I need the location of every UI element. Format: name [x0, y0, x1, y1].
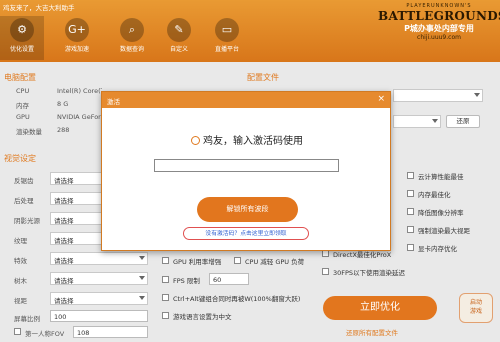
effects-select[interactable]: 请选择: [50, 252, 148, 265]
dialog-title-text: 鸡友，输入激活码使用: [203, 136, 303, 147]
right-option-label: 云计算性能最佳: [418, 173, 464, 181]
launch-line1: 启动: [469, 299, 482, 306]
post-select[interactable]: 请选择: [50, 192, 106, 205]
banner-line3: P城办事处内部专用: [404, 24, 474, 33]
dialog-header: 激活 ×: [102, 92, 390, 108]
cpu-label: CPU: [16, 87, 30, 95]
fov-label: 第一人称FOV: [25, 330, 65, 338]
fov-checkbox[interactable]: [14, 328, 21, 335]
aa-label: 反锯齿: [14, 177, 34, 185]
tool-label: 自定义: [169, 46, 188, 53]
tool-label: 直播平台: [214, 46, 239, 53]
tool-custom[interactable]: ✎ 自定义: [157, 16, 201, 60]
optimize-now-button[interactable]: 立即优化: [323, 296, 437, 320]
tool-optimize[interactable]: ⚙ 优化设置: [0, 16, 44, 60]
window-title: 鸡友来了，大吉大利助手: [3, 4, 75, 12]
config-file-select-2[interactable]: [393, 115, 441, 128]
chevron-down-icon: [432, 119, 438, 123]
chinese-ui-checkbox[interactable]: [162, 312, 169, 319]
banner-line4: chiji.uuu9.com: [417, 34, 461, 41]
search-icon: ⌕: [120, 18, 144, 42]
right-option-checkbox[interactable]: [407, 226, 414, 233]
right-option-label: 显卡内存优化: [418, 245, 457, 253]
render-count-label: 渲染数量: [16, 128, 42, 136]
tool-label: 优化设置: [9, 46, 34, 53]
config-file-select[interactable]: [393, 89, 483, 102]
directx-checkbox[interactable]: [322, 250, 329, 257]
dialog-title: 鸡友，输入激活码使用: [102, 132, 392, 147]
render-count-value: 288: [57, 126, 70, 134]
config-file-title: 配置文件: [247, 73, 279, 82]
visual-settings-title: 视觉设定: [4, 154, 36, 163]
chinese-ui-label: 游戏语言设置为中文: [173, 313, 232, 321]
shadow-label: 阴影光源: [14, 217, 40, 225]
right-option-checkbox[interactable]: [407, 190, 414, 197]
app-header: 鸡友来了，大吉大利助手 ⚙ 优化设置 G+ 游戏加速 ⌕ 数据查询 ✎ 自定义 …: [0, 0, 500, 62]
activation-code-input[interactable]: [154, 159, 339, 172]
tool-live[interactable]: ▭ 直播平台: [205, 16, 249, 60]
ctrl-alt-checkbox[interactable]: [162, 294, 169, 301]
trees-select[interactable]: 请选择: [50, 272, 148, 285]
pubg-banner: PLAYERUNKNOWN'S BATTLEGROUNDS P城办事处内部专用 …: [378, 3, 500, 59]
dialog-header-title: 激活: [107, 98, 120, 106]
fps-limit-label: FPS 限制: [173, 277, 200, 285]
chevron-down-icon: [139, 296, 145, 300]
fps-limit-input[interactable]: 60: [209, 273, 249, 285]
gpu-label: GPU: [16, 113, 30, 121]
chicken-icon: [191, 136, 200, 145]
screen-ratio-input[interactable]: 100: [50, 310, 148, 322]
tool-accelerate[interactable]: G+ 游戏加速: [55, 16, 99, 60]
screen-ratio-label: 屏幕比例: [14, 315, 40, 323]
get-activation-code-link[interactable]: 没有激活码？点击这里立即领取: [183, 227, 309, 240]
fps-limit-checkbox[interactable]: [162, 276, 169, 283]
right-option-label: 降低图像分辨率: [418, 209, 464, 217]
trees-label: 树木: [14, 277, 27, 285]
right-option-label: 强制渲染最大视距: [418, 227, 470, 235]
ram-value: 8 G: [57, 100, 69, 108]
tool-label: 数据查询: [119, 46, 144, 53]
view-distance-label: 视距: [14, 297, 27, 305]
banner-line2: BATTLEGROUNDS: [378, 9, 500, 23]
view-distance-select[interactable]: 请选择: [50, 292, 148, 305]
fov-input[interactable]: 108: [73, 326, 148, 338]
ctrl-alt-label: Ctrl+Alt键组合同时再被W(100%翻窗大跃): [173, 295, 301, 303]
effects-label: 特效: [14, 257, 27, 265]
cpu-gpu-label: CPU 减轻 GPU 负荷: [245, 258, 305, 266]
close-icon[interactable]: ×: [377, 94, 385, 104]
right-option-checkbox[interactable]: [407, 172, 414, 179]
right-option-checkbox[interactable]: [407, 244, 414, 251]
cpu-value: Intel(R) Core(TM) i5-3470 CPU @ 3.20GHz: [57, 87, 102, 95]
gpu-util-checkbox[interactable]: [162, 257, 169, 264]
shadow-select[interactable]: 请选择: [50, 212, 106, 225]
gpu-util-label: GPU 利用率增强: [173, 258, 222, 266]
cpu-gpu-checkbox[interactable]: [234, 257, 241, 264]
fps30-label: 30FPS以下使用渲染延迟: [333, 269, 406, 277]
tool-label: 游戏加速: [64, 46, 89, 53]
pc-config-title: 电脑配置: [4, 73, 36, 82]
launch-game-button[interactable]: 启动 游戏: [459, 293, 493, 323]
fps30-checkbox[interactable]: [322, 268, 329, 275]
gplus-icon: G+: [65, 18, 89, 42]
restore-button[interactable]: 还原: [446, 115, 480, 128]
right-option-checkbox[interactable]: [407, 208, 414, 215]
gear-icon: ⚙: [10, 18, 34, 42]
aa-select[interactable]: 请选择: [50, 172, 106, 185]
chevron-down-icon: [139, 276, 145, 280]
unlock-button[interactable]: 解锁所有波段: [197, 197, 298, 222]
gpu-value: NVIDIA GeForce: [57, 113, 102, 121]
tv-icon: ▭: [215, 18, 239, 42]
launch-line2: 游戏: [469, 308, 482, 315]
texture-label: 纹理: [14, 237, 27, 245]
palette-icon: ✎: [167, 18, 191, 42]
post-label: 后处理: [14, 197, 34, 205]
activation-dialog: 激活 × 鸡友，输入激活码使用 解锁所有波段 没有激活码？点击这里立即领取: [101, 91, 391, 251]
restore-all-link[interactable]: 还原所有配置文件: [346, 327, 398, 337]
ram-label: 内存: [16, 102, 29, 110]
tool-query[interactable]: ⌕ 数据查询: [110, 16, 154, 60]
texture-select[interactable]: 请选择: [50, 232, 106, 245]
chevron-down-icon: [474, 93, 480, 97]
chevron-down-icon: [139, 256, 145, 260]
right-option-label: 内存最佳化: [418, 191, 451, 199]
